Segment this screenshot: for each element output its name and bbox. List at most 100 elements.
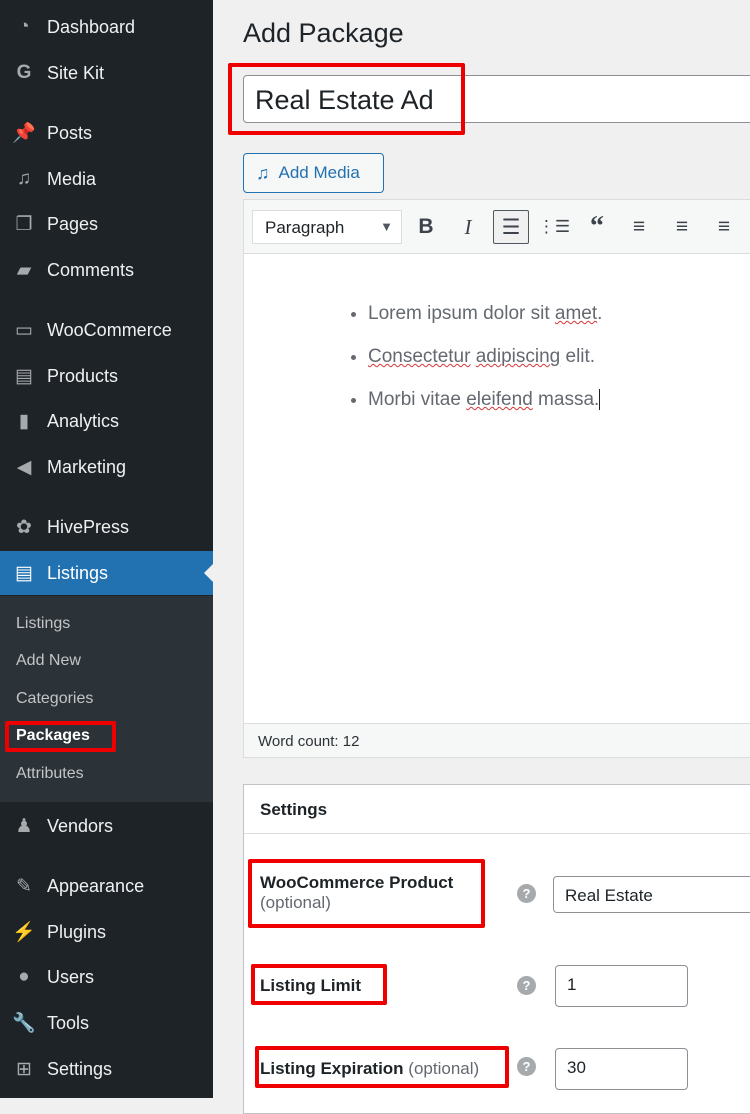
wrench-icon: 🔧 [12, 1013, 36, 1034]
sidebar-item-hivepress[interactable]: ✿ HivePress [0, 505, 213, 549]
list-item: Morbi vitae eleifend massa. [368, 378, 606, 421]
blockquote-icon[interactable]: “ [579, 210, 615, 244]
sidebar-item-media[interactable]: ♫ Media [0, 157, 213, 201]
misspelled-word: adipiscing [475, 346, 561, 367]
align-right-icon[interactable]: ≡ [706, 210, 742, 244]
media-icon: ♫ [16, 168, 32, 189]
format-select[interactable]: Paragraph ▼ [252, 210, 402, 244]
woocommerce-icon: ▭ [15, 319, 33, 341]
media-icon: ♫ [256, 162, 270, 183]
help-icon[interactable]: ? [517, 976, 536, 995]
woocommerce-product-select[interactable]: Real Estate [553, 876, 750, 913]
sidebar-item-label: Marketing [47, 456, 127, 477]
list-item: Lorem ipsum dolor sit amet. [368, 292, 606, 335]
sidebar-item-marketing[interactable]: ◀ Marketing [0, 445, 213, 489]
word-count: Word count: 12 [243, 723, 750, 758]
sidebar-item-label: Analytics [47, 410, 120, 431]
numbered-list-icon[interactable]: ⋮☰ [536, 210, 572, 244]
sidebar-item-label: Appearance [47, 875, 145, 896]
pages-icon: ❐ [15, 213, 33, 235]
sidebar-item-vendors[interactable]: ♟ Vendors [0, 804, 213, 848]
bullet-list-icon[interactable]: ☰ [493, 210, 529, 244]
text: . [597, 303, 603, 324]
align-left-icon[interactable]: ≡ [621, 210, 657, 244]
sidebar-item-appearance[interactable]: ✎ Appearance [0, 864, 213, 908]
align-center-icon[interactable]: ≡ [664, 210, 700, 244]
list-item: Consectetur adipiscing elit. [368, 335, 606, 378]
sidebar-item-comments[interactable]: ▰ Comments [0, 248, 213, 292]
listings-submenu: Listings Add New Categories Packages Att… [0, 596, 213, 802]
user-icon: ● [18, 966, 30, 987]
help-icon[interactable]: ? [517, 884, 536, 903]
editor-toolbar: Paragraph ▼ B I ☰ ⋮☰ “ ≡ ≡ ≡ [243, 199, 750, 254]
text: massa. [532, 389, 600, 410]
submenu-listings[interactable]: Listings [16, 615, 70, 633]
sidebar-item-label: Pages [47, 213, 99, 234]
settings-icon: ⊞ [16, 1058, 32, 1080]
highlight-product [248, 859, 485, 928]
add-media-label: Add Media [278, 163, 360, 182]
sidebar-item-settings[interactable]: ⊞ Settings [0, 1047, 213, 1091]
sidebar-item-label: WooCommerce [47, 319, 172, 340]
text: elit. [560, 346, 596, 367]
sidebar-item-label: Site Kit [47, 62, 105, 83]
highlight-expiration [255, 1046, 509, 1088]
sidebar-item-listings[interactable]: ▤ Listings [0, 551, 213, 595]
help-icon[interactable]: ? [517, 1057, 536, 1076]
sidebar-item-tools[interactable]: 🔧 Tools [0, 1001, 213, 1045]
listing-limit-input[interactable]: 1 [555, 965, 688, 1007]
text: Lorem ipsum dolor sit [368, 303, 555, 324]
bullet-list: Lorem ipsum dolor sit amet. Consectetur … [368, 292, 606, 421]
vendors-icon: ♟ [15, 815, 33, 837]
sidebar-item-label: Posts [47, 122, 93, 143]
editor-content[interactable]: Lorem ipsum dolor sit amet. Consectetur … [243, 254, 750, 724]
sidebar-item-posts[interactable]: 📌 Posts [0, 111, 213, 155]
sidebar-item-label: Listings [47, 562, 109, 583]
dashboard-icon: ◔ [18, 16, 30, 37]
admin-sidebar: Listings Add New Categories Packages Att… [0, 0, 213, 1098]
comment-icon: ▰ [16, 259, 32, 281]
plugin-icon: ⚡ [12, 922, 36, 943]
sidebar-item-dashboard[interactable]: ◔ Dashboard [0, 5, 213, 49]
sidebar-item-plugins[interactable]: ⚡ Plugins [0, 910, 213, 954]
sidebar-item-label: Users [47, 966, 95, 987]
highlight-title [228, 63, 465, 135]
listing-expiration-input[interactable]: 30 [555, 1048, 688, 1090]
submenu-attributes[interactable]: Attributes [16, 765, 84, 783]
sidebar-item-label: Dashboard [47, 16, 136, 37]
paintbrush-icon: ✎ [16, 875, 32, 897]
bold-icon[interactable]: B [408, 210, 444, 244]
sidebar-item-label: Settings [47, 1058, 113, 1079]
text: Morbi vitae [368, 389, 467, 410]
sidebar-item-site-kit[interactable]: G Site Kit [0, 51, 213, 95]
sidebar-item-label: Plugins [47, 921, 107, 942]
text-cursor [599, 389, 606, 410]
add-media-button[interactable]: ♫ Add Media [243, 153, 384, 193]
sidebar-item-label: Products [47, 365, 119, 386]
sidebar-item-label: Comments [47, 259, 135, 280]
sidebar-item-label: Vendors [47, 815, 114, 836]
archive-icon: ▤ [15, 365, 33, 387]
italic-icon[interactable]: I [450, 210, 486, 244]
dropdown-arrow-icon: ▼ [380, 219, 393, 234]
sidebar-item-woocommerce[interactable]: ▭ WooCommerce [0, 308, 213, 352]
settings-title: Settings [244, 785, 750, 834]
highlight-limit [251, 964, 387, 1005]
sidebar-item-label: Tools [47, 1012, 90, 1033]
format-value: Paragraph [265, 218, 345, 237]
sidebar-item-products[interactable]: ▤ Products [0, 354, 213, 398]
sidebar-item-analytics[interactable]: ▮ Analytics [0, 399, 213, 443]
pushpin-icon: 📌 [12, 123, 36, 144]
listings-icon: ▤ [15, 562, 33, 584]
sidebar-item-users[interactable]: ● Users [0, 955, 213, 999]
page-title: Add Package [243, 18, 404, 48]
sidebar-item-pages[interactable]: ❐ Pages [0, 202, 213, 246]
highlight-packages [5, 721, 116, 752]
megaphone-icon: ◀ [16, 456, 32, 478]
submenu-add-new[interactable]: Add New [16, 652, 81, 670]
misspelled-word: eleifend [466, 389, 533, 410]
misspelled-word: Consectetur [368, 346, 471, 367]
submenu-categories[interactable]: Categories [16, 690, 93, 708]
hivepress-icon: ✿ [16, 516, 32, 538]
bar-chart-icon: ▮ [18, 410, 30, 432]
